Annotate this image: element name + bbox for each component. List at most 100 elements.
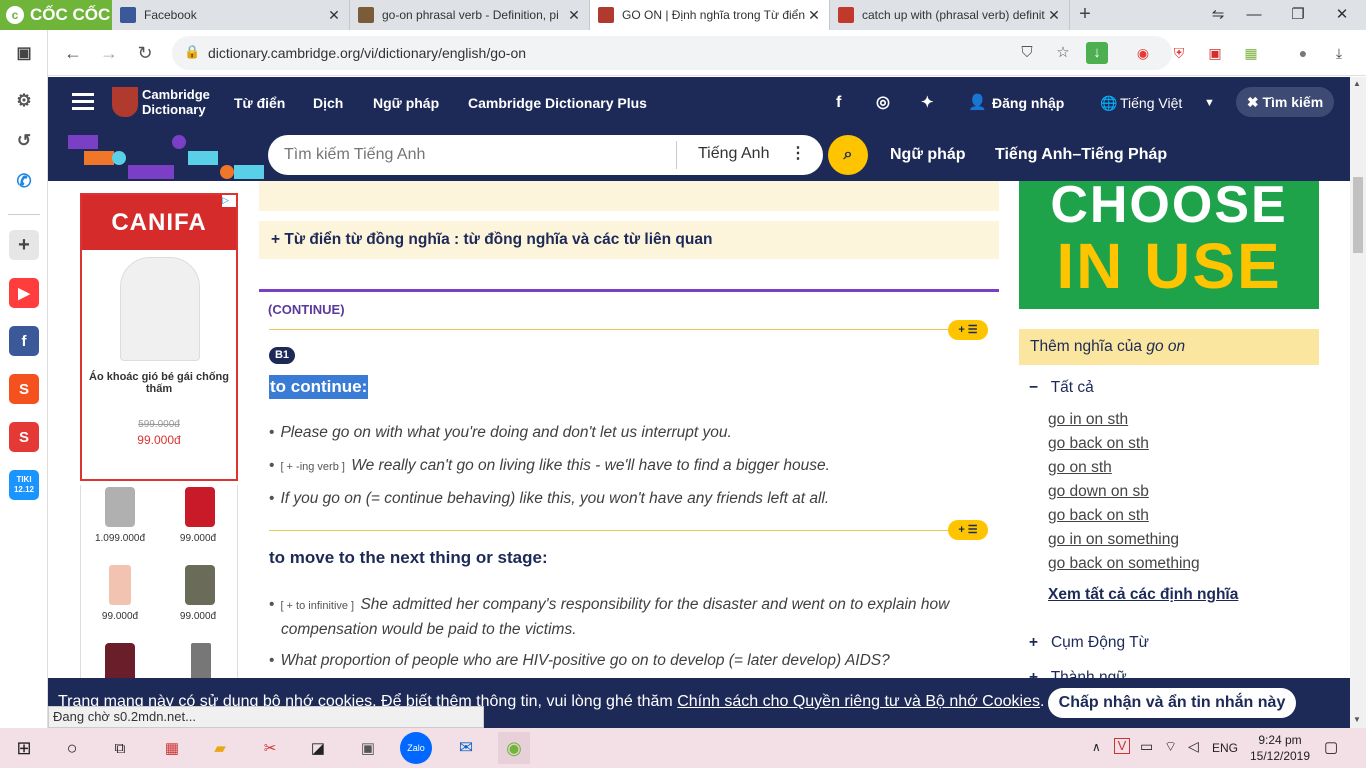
avatar[interactable]: ●	[1288, 38, 1318, 68]
close-icon[interactable]: ✕	[1047, 7, 1061, 24]
chevron-down-icon[interactable]: ▼	[1204, 77, 1215, 129]
phrasal-verbs-toggle[interactable]: + Cụm Động Từ	[1029, 634, 1149, 652]
close-icon[interactable]: ✕	[807, 7, 821, 24]
browser-logo[interactable]: c CỐC CỐC	[0, 0, 112, 30]
nav-grammar[interactable]: Ngữ pháp	[373, 77, 439, 129]
accept-cookies-button[interactable]: Chấp nhận và ẩn tin nhắn này	[1048, 688, 1296, 718]
search-input[interactable]	[284, 143, 664, 167]
menu-icon[interactable]	[72, 93, 94, 96]
dictionary-select[interactable]: Tiếng Anh	[698, 145, 769, 163]
site-logo[interactable]: Cambridge Dictionary	[142, 87, 210, 117]
volume-icon[interactable]: ◁	[1188, 738, 1199, 755]
shopee-icon[interactable]: S	[9, 374, 39, 404]
promo-banner[interactable]: CHOOSE IN USE	[1019, 181, 1319, 309]
url-text[interactable]: dictionary.cambridge.org/vi/dictionary/e…	[208, 45, 526, 61]
add-to-list-button[interactable]: + ☰	[948, 320, 988, 340]
lock-icon[interactable]: 🔒	[184, 44, 200, 60]
instagram-icon[interactable]: ◎	[876, 77, 890, 129]
forward-icon[interactable]: →	[94, 38, 124, 68]
tab-facebook[interactable]: Facebook ✕	[112, 0, 350, 30]
scroll-down-icon[interactable]: ▼	[1353, 715, 1361, 724]
synonyms-panel[interactable]: + Từ điển từ đồng nghĩa : từ đồng nghĩa …	[259, 221, 999, 259]
task-view-icon[interactable]: ⧉	[104, 732, 136, 764]
tab-catch-up[interactable]: catch up with (phrasal verb) definit ✕	[830, 0, 1070, 30]
meaning-link[interactable]: go in on something	[1048, 531, 1179, 549]
nav-plus[interactable]: Cambridge Dictionary Plus	[468, 77, 647, 129]
outlook-icon[interactable]: ✉	[450, 732, 482, 764]
app-icon[interactable]: ✂	[254, 732, 286, 764]
idioms-toggle[interactable]: + Thành ngữ	[1029, 669, 1127, 678]
app-icon[interactable]: ▣	[352, 732, 384, 764]
link-en-fr[interactable]: Tiếng Anh–Tiếng Pháp	[995, 129, 1167, 181]
shield-icon[interactable]: ⛉	[1016, 42, 1038, 64]
omnibox[interactable]: 🔒 dictionary.cambridge.org/vi/dictionary…	[172, 36, 1172, 70]
restore-icon[interactable]: ❐	[1276, 0, 1320, 30]
more-options-icon[interactable]: ⋮	[790, 143, 806, 163]
download-icon[interactable]: ⤓	[1324, 38, 1354, 68]
nav-dictionary[interactable]: Từ điển	[234, 77, 285, 129]
battery-icon[interactable]: ▭	[1140, 738, 1153, 755]
scroll-thumb[interactable]	[1353, 177, 1363, 253]
twitter-icon[interactable]: ✦	[921, 77, 934, 129]
minimize-icon[interactable]: —	[1232, 0, 1276, 30]
user-icon[interactable]: 👤	[968, 77, 987, 129]
all-toggle[interactable]: − Tất cả	[1029, 379, 1094, 397]
close-window-icon[interactable]: ✕	[1320, 0, 1364, 30]
nav-translate[interactable]: Dịch	[313, 77, 343, 129]
shield-ext-icon[interactable]: ⛨	[1164, 38, 1194, 68]
see-all-link[interactable]: Xem tất cả các định nghĩa	[1048, 586, 1238, 604]
input-language[interactable]: ENG	[1212, 741, 1238, 755]
wifi-icon[interactable]: ⌔	[1164, 738, 1177, 756]
scroll-up-icon[interactable]: ▲	[1353, 79, 1361, 88]
close-icon[interactable]: ✕	[327, 7, 341, 24]
sendo-icon[interactable]: S	[9, 422, 39, 452]
search-icon[interactable]: ○	[56, 732, 88, 764]
tray-app-icon[interactable]: V	[1114, 738, 1130, 754]
star-icon[interactable]: ☆	[1052, 42, 1074, 64]
ad-info-icon[interactable]: ▷	[222, 195, 236, 207]
tab-go-on-phrasal[interactable]: go-on phrasal verb - Definition, pi ✕	[350, 0, 590, 30]
meaning-link[interactable]: go back on something	[1048, 555, 1200, 573]
meaning-link[interactable]: go on sth	[1048, 459, 1112, 477]
back-icon[interactable]: ←	[58, 38, 88, 68]
clock[interactable]: 9:24 pm 15/12/2019	[1248, 732, 1312, 764]
ad-grid[interactable]: 1.099.000đ 99.000đ 99.000đ 99.000đ	[80, 485, 238, 678]
grid-ext-icon[interactable]: ▦	[1236, 38, 1266, 68]
gear-icon[interactable]: ⚙	[9, 86, 39, 116]
scrollbar[interactable]: ▲ ▼	[1350, 77, 1366, 728]
windows-start-icon[interactable]: ⊞	[8, 732, 40, 764]
close-search-button[interactable]: ✖ Tìm kiếm	[1236, 87, 1334, 117]
youtube-icon[interactable]: ▶	[9, 278, 39, 308]
privacy-link[interactable]: Chính sách cho Quyền riêng tư và Bộ nhớ …	[677, 693, 1040, 710]
facebook-icon[interactable]: f	[9, 326, 39, 356]
add-to-list-button[interactable]: + ☰	[948, 520, 988, 540]
link-grammar[interactable]: Ngữ pháp	[890, 129, 966, 181]
definition-1[interactable]: to continue:	[269, 375, 369, 399]
facebook-icon[interactable]: f	[836, 77, 841, 129]
app-icon[interactable]: ▦	[156, 732, 188, 764]
meaning-link[interactable]: go in on sth	[1048, 411, 1128, 429]
new-tab-icon[interactable]: +	[1074, 4, 1096, 26]
zalo-icon[interactable]: Zalo	[400, 732, 432, 764]
history-icon[interactable]: ↺	[9, 126, 39, 156]
coccoc-taskbar-icon[interactable]: ◉	[498, 732, 530, 764]
reload-icon[interactable]: ↻	[130, 38, 160, 68]
file-explorer-icon[interactable]: ▰	[204, 732, 236, 764]
ad-banner[interactable]: CANIFA ▷ Áo khoác gió bé gái chống thấm …	[80, 193, 238, 481]
language-select[interactable]: Tiếng Việt	[1120, 77, 1182, 129]
sticky-notes-icon[interactable]: ◪	[302, 732, 334, 764]
chrome-ext-icon[interactable]: ◉	[1128, 38, 1158, 68]
add-app-icon[interactable]: +	[9, 230, 39, 260]
tray-chevron-icon[interactable]: ∧	[1092, 740, 1101, 754]
search-button[interactable]: ⌕	[828, 135, 868, 175]
download-arrow-icon[interactable]: ↓	[1086, 42, 1108, 64]
close-icon[interactable]: ✕	[567, 7, 581, 24]
messenger-icon[interactable]: ✆	[9, 166, 39, 196]
meaning-link[interactable]: go down on sb	[1048, 483, 1149, 501]
notifications-icon[interactable]: ▢	[1324, 738, 1338, 756]
meaning-link[interactable]: go back on sth	[1048, 435, 1149, 453]
login-link[interactable]: Đăng nhập	[992, 77, 1064, 129]
record-ext-icon[interactable]: ▣	[1200, 38, 1230, 68]
meaning-link[interactable]: go back on sth	[1048, 507, 1149, 525]
tab-cambridge[interactable]: GO ON | Định nghĩa trong Từ điển ✕	[590, 0, 830, 30]
